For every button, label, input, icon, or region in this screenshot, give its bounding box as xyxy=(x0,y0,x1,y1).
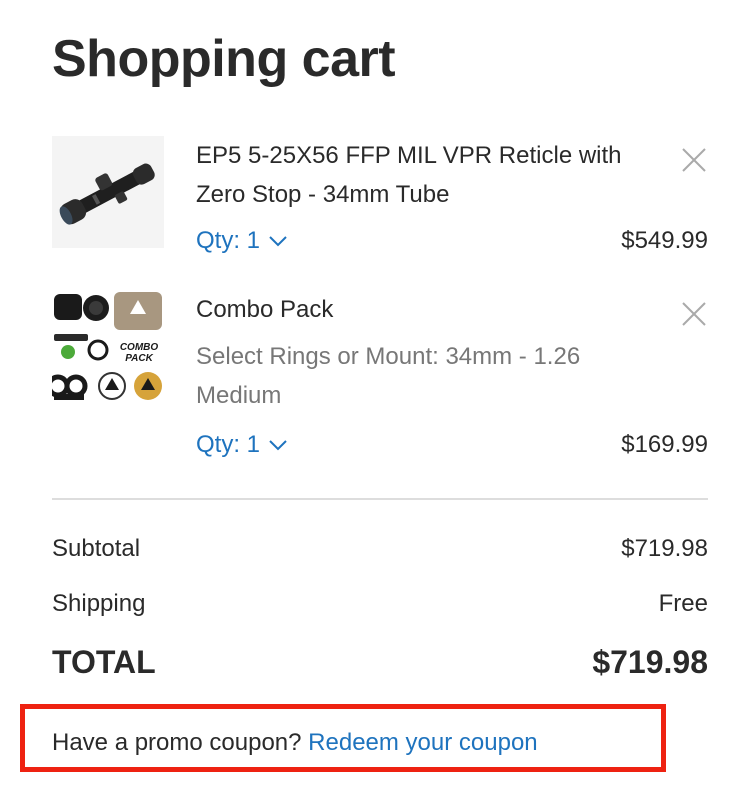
cart-item: EP5 5-25X56 FFP MIL VPR Reticle with Zer… xyxy=(52,136,708,266)
close-icon[interactable] xyxy=(680,146,708,174)
close-icon[interactable] xyxy=(680,300,708,328)
shopping-cart-page: Shopping cart EP5 5-25X56 FFP MIL VPR Re… xyxy=(0,0,742,790)
promo-coupon-row: Have a promo coupon? Redeem your coupon xyxy=(52,729,538,757)
item-price: $169.99 xyxy=(621,431,708,458)
quantity-selector[interactable]: Qty: 1 xyxy=(196,226,288,256)
total-row: TOTAL $719.98 xyxy=(52,644,708,681)
subtotal-value: $719.98 xyxy=(621,535,708,562)
cart-item: COMBO PACK Combo Pack Select Rings or Mo… xyxy=(52,290,708,470)
shipping-value: Free xyxy=(658,590,708,617)
shipping-row: Shipping Free xyxy=(52,590,708,618)
item-option: Select Rings or Mount: 34mm - 1.26 Mediu… xyxy=(196,343,581,409)
item-price: $549.99 xyxy=(621,227,708,254)
total-label: TOTAL xyxy=(52,644,156,680)
chevron-down-icon xyxy=(269,440,287,451)
combo-pack-caption: COMBO PACK xyxy=(119,342,159,364)
redeem-coupon-link[interactable]: Redeem your coupon xyxy=(308,729,537,756)
rifle-scope-image[interactable] xyxy=(52,136,164,248)
item-name[interactable]: Combo Pack xyxy=(196,290,636,329)
page-title: Shopping cart xyxy=(52,30,396,88)
subtotal-label: Subtotal xyxy=(52,535,141,562)
quantity-selector[interactable]: Qty: 1 xyxy=(196,430,288,460)
promo-prompt: Have a promo coupon? xyxy=(52,729,302,756)
shipping-label: Shipping xyxy=(52,590,146,617)
total-value: $719.98 xyxy=(592,644,708,680)
quantity-label: Qty: 1 xyxy=(196,227,261,254)
quantity-label: Qty: 1 xyxy=(196,431,261,458)
summary-divider xyxy=(52,498,708,500)
subtotal-row: Subtotal $719.98 xyxy=(52,535,708,563)
item-name[interactable]: EP5 5-25X56 FFP MIL VPR Reticle with Zer… xyxy=(196,136,636,214)
chevron-down-icon xyxy=(269,236,287,247)
